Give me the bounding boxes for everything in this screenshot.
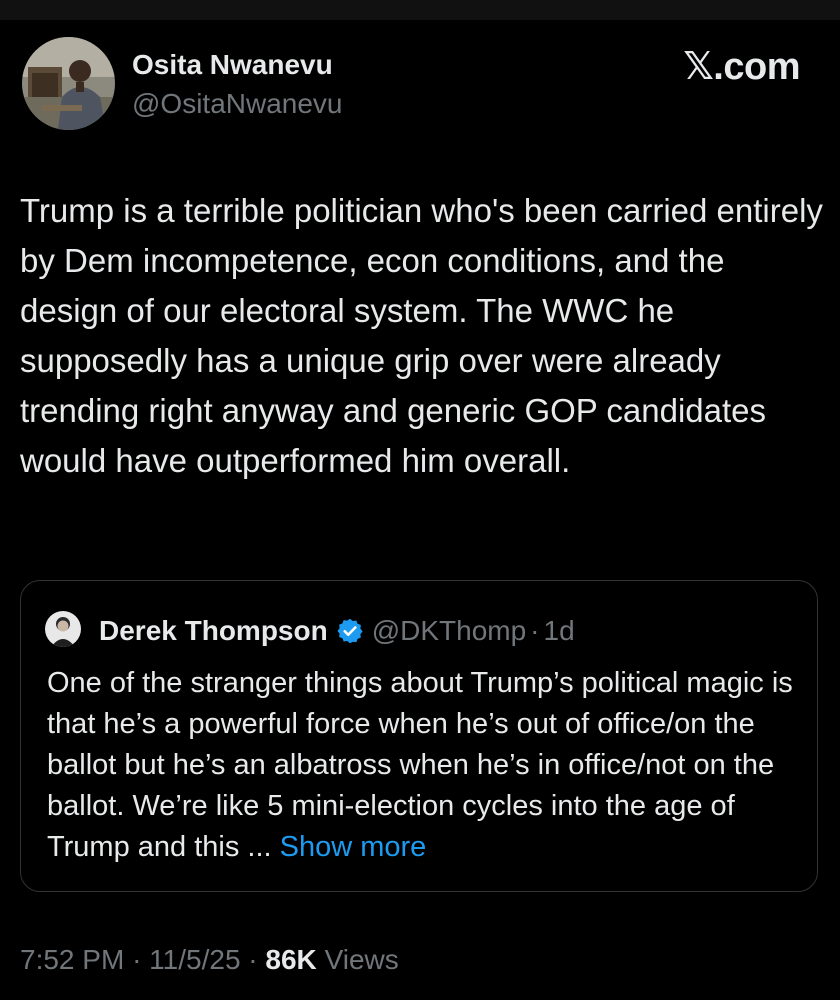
tweet-meta: 7:52 PM · 11/5/25 · 86K Views [20,944,399,976]
quoted-tweet-card[interactable]: Derek Thompson @DKThomp · 1d One of the … [20,580,818,892]
quoted-author-handle[interactable]: @DKThomp [372,615,526,647]
header-separator: · [530,615,540,646]
meta-separator: · [248,944,258,975]
quoted-tweet-header: Derek Thompson @DKThomp · 1d [99,613,575,649]
author-handle[interactable]: @OsitaNwanevu [132,88,343,120]
tweet-time[interactable]: 7:52 PM [20,944,124,975]
x-com-logo: 𝕏.com [683,46,800,88]
author-avatar[interactable] [22,37,115,130]
views-count[interactable]: 86K [265,944,316,975]
person-photo-avatar-icon [45,611,81,647]
quoted-author-name[interactable]: Derek Thompson [99,615,328,647]
quoted-tweet-text: One of the stranger things about Trump’s… [47,663,807,868]
person-photo-avatar-icon [22,37,115,130]
quoted-author-avatar[interactable] [45,611,81,647]
show-more-link[interactable]: Show more [280,831,427,863]
author-name[interactable]: Osita Nwanevu [132,49,333,81]
top-status-strip [0,0,840,20]
quoted-tweet-time[interactable]: 1d [544,615,575,647]
tweet-text: Trump is a terrible politician who's bee… [20,192,823,479]
tweet-date[interactable]: 11/5/25 [149,944,240,975]
verified-badge-icon [336,617,364,645]
views-label: Views [324,944,399,975]
meta-separator: · [132,944,142,975]
